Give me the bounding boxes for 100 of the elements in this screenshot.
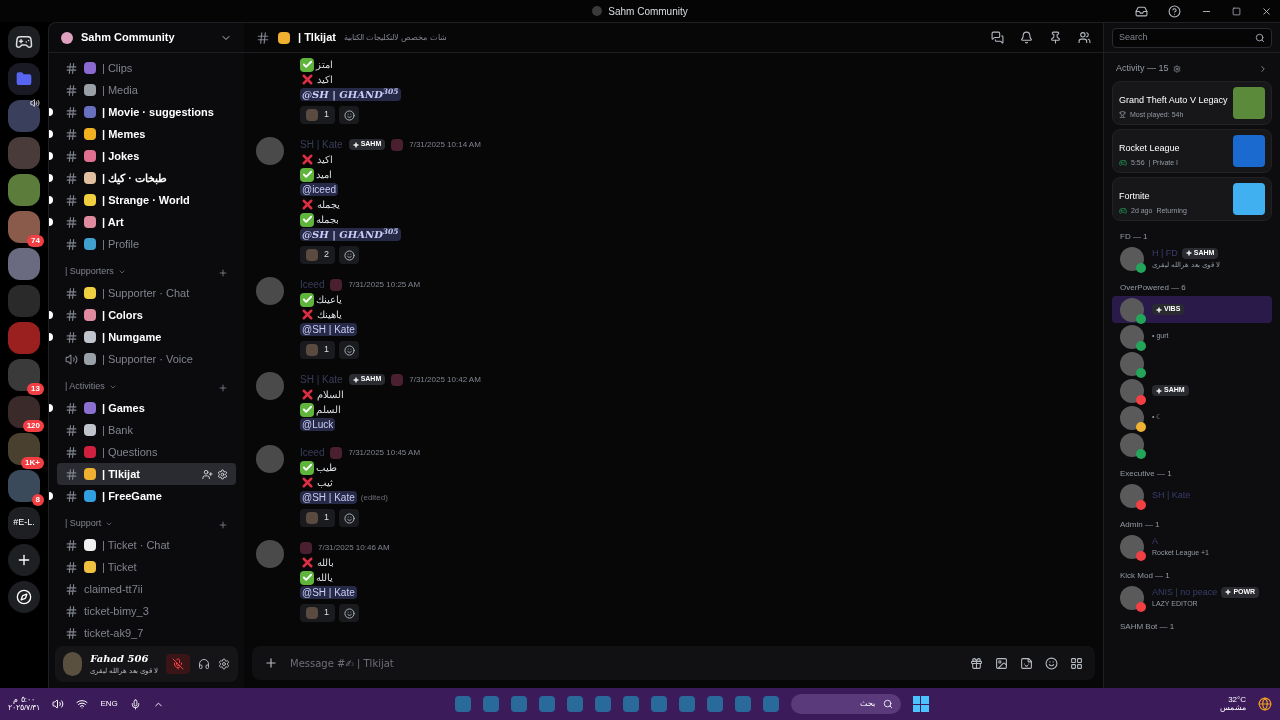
channel-item[interactable]: | Strange · World	[57, 189, 236, 211]
discover-button[interactable]	[8, 581, 40, 613]
mention-link[interactable]: @SH | Kate	[300, 491, 357, 504]
channel-item[interactable]: | Numgame	[57, 326, 236, 348]
channel-item[interactable]: | Tlkijat	[57, 463, 236, 485]
channel-item[interactable]: ticket-bimy_3	[57, 600, 236, 622]
channel-item[interactable]: | Questions	[57, 441, 236, 463]
reaction-chip[interactable]: 1	[300, 341, 335, 359]
taskbar-app-icon[interactable]	[454, 696, 471, 712]
taskbar-app-icon[interactable]	[510, 696, 527, 712]
gift-icon[interactable]	[970, 656, 983, 670]
taskbar-search-field[interactable]: بحث	[790, 694, 901, 714]
attach-icon[interactable]	[264, 656, 278, 670]
help-icon[interactable]	[1168, 4, 1181, 18]
apps-icon[interactable]	[1070, 656, 1083, 670]
channel-item[interactable]: | Supporter · Voice	[57, 348, 236, 370]
settings-icon[interactable]	[218, 658, 230, 670]
message-input[interactable]: Message #✍ | Tlkijat	[290, 655, 958, 671]
mute-button[interactable]	[166, 654, 190, 674]
taskbar-app-icon[interactable]	[566, 696, 583, 712]
add-reaction-button[interactable]	[339, 106, 359, 124]
channel-item[interactable]: | FreeGame	[57, 485, 236, 507]
channel-item[interactable]: | Clips	[57, 57, 236, 79]
channel-item[interactable]: ticket-ak9_7	[57, 622, 236, 640]
invite-icon[interactable]	[202, 468, 213, 480]
taskbar-app-icon[interactable]	[678, 696, 695, 712]
server-acronym[interactable]: #E-L.	[8, 507, 40, 539]
add-channel-icon[interactable]	[218, 383, 228, 393]
mention-link[interactable]: @SH | GHAND$^{305}$	[300, 228, 401, 241]
inbox-icon[interactable]	[1135, 4, 1148, 18]
taskbar-app-icon[interactable]	[706, 696, 723, 712]
add-reaction-button[interactable]	[339, 341, 359, 359]
members-icon[interactable]	[1078, 31, 1091, 44]
settings-icon[interactable]	[1172, 65, 1181, 73]
channel-item[interactable]: | Media	[57, 79, 236, 101]
threads-icon[interactable]	[991, 31, 1004, 44]
server-icon[interactable]	[8, 359, 40, 391]
search-input[interactable]: Search	[1119, 30, 1255, 45]
channel-item[interactable]: | Colors	[57, 304, 236, 326]
channel-item[interactable]: | Games	[57, 397, 236, 419]
category-header[interactable]: | Supporters	[65, 264, 114, 278]
channel-item[interactable]: claimed-tt7ii	[57, 578, 236, 600]
taskbar-app-icon[interactable]	[622, 696, 639, 712]
network-icon[interactable]	[76, 698, 89, 710]
chevron-icon[interactable]	[105, 520, 114, 528]
search-field[interactable]: Search	[1112, 27, 1272, 48]
channel-item[interactable]: | Art	[57, 211, 236, 233]
channel-item[interactable]: | Ticket · Chat	[57, 534, 236, 556]
mention-link[interactable]: @SH | GHAND$^{305}$	[300, 88, 401, 101]
add-reaction-button[interactable]	[339, 604, 359, 622]
chevron-icon[interactable]	[108, 383, 117, 391]
channel-item[interactable]: | طبخات · كيك	[57, 167, 236, 189]
channel-item[interactable]: | Profile	[57, 233, 236, 255]
reaction-chip[interactable]: 1	[300, 509, 335, 527]
add-reaction-button[interactable]	[339, 509, 359, 527]
discord-home-button[interactable]	[8, 26, 40, 58]
headphones-icon[interactable]	[198, 658, 210, 670]
taskbar-app-icon[interactable]	[594, 696, 611, 712]
chevron-icon[interactable]	[117, 268, 126, 276]
channel-item[interactable]: | Jokes	[57, 145, 236, 167]
server-folder[interactable]	[8, 63, 40, 95]
server-icon[interactable]	[8, 211, 40, 243]
mention-link[interactable]: @iceed	[300, 183, 339, 196]
server-icon[interactable]	[8, 433, 40, 465]
weather-icon[interactable]	[1258, 697, 1272, 711]
add-reaction-button[interactable]	[339, 246, 359, 264]
server-icon[interactable]	[8, 396, 40, 428]
taskbar-app-icon[interactable]	[734, 696, 751, 712]
message-field[interactable]: Message #✍ | Tlkijat	[252, 646, 1095, 680]
server-name[interactable]: Sahm Community	[81, 29, 175, 46]
reaction-chip[interactable]: 1	[300, 106, 335, 124]
channel-item[interactable]: | Memes	[57, 123, 236, 145]
start-button[interactable]	[912, 696, 929, 712]
taskbar-app-icon[interactable]	[538, 696, 555, 712]
add-server-button[interactable]	[8, 544, 40, 576]
add-channel-icon[interactable]	[218, 268, 228, 278]
volume-icon[interactable]	[52, 698, 65, 710]
channel-item[interactable]: | Movie · suggestions	[57, 101, 236, 123]
reaction-chip[interactable]: 2	[300, 246, 335, 264]
microphone-icon[interactable]	[129, 698, 141, 710]
close-icon[interactable]	[1261, 5, 1272, 17]
channel-item[interactable]: | Ticket	[57, 556, 236, 578]
channel-item[interactable]: | Supporter · Chat	[57, 282, 236, 304]
category-header[interactable]: | Activities	[65, 379, 105, 393]
taskbar-app-icon[interactable]	[650, 696, 667, 712]
category-header[interactable]: | Support	[65, 516, 102, 530]
language-indicator[interactable]: ENG	[100, 698, 118, 710]
pin-icon[interactable]	[1049, 31, 1062, 44]
gif-icon[interactable]	[995, 656, 1008, 670]
notification-icon[interactable]	[1020, 31, 1033, 44]
mention-link[interactable]: @Luck	[300, 418, 336, 431]
chevron-icon[interactable]	[1258, 64, 1268, 74]
taskbar-app-icon[interactable]	[482, 696, 499, 712]
reaction-chip[interactable]: 1	[300, 604, 335, 622]
mention-link[interactable]: @SH | Kate	[300, 323, 357, 336]
sticker-icon[interactable]	[1020, 656, 1033, 670]
taskbar-app-icon[interactable]	[762, 696, 779, 712]
maximize-icon[interactable]	[1232, 6, 1241, 16]
add-channel-icon[interactable]	[218, 520, 228, 530]
mention-link[interactable]: @SH | Kate	[300, 586, 357, 599]
